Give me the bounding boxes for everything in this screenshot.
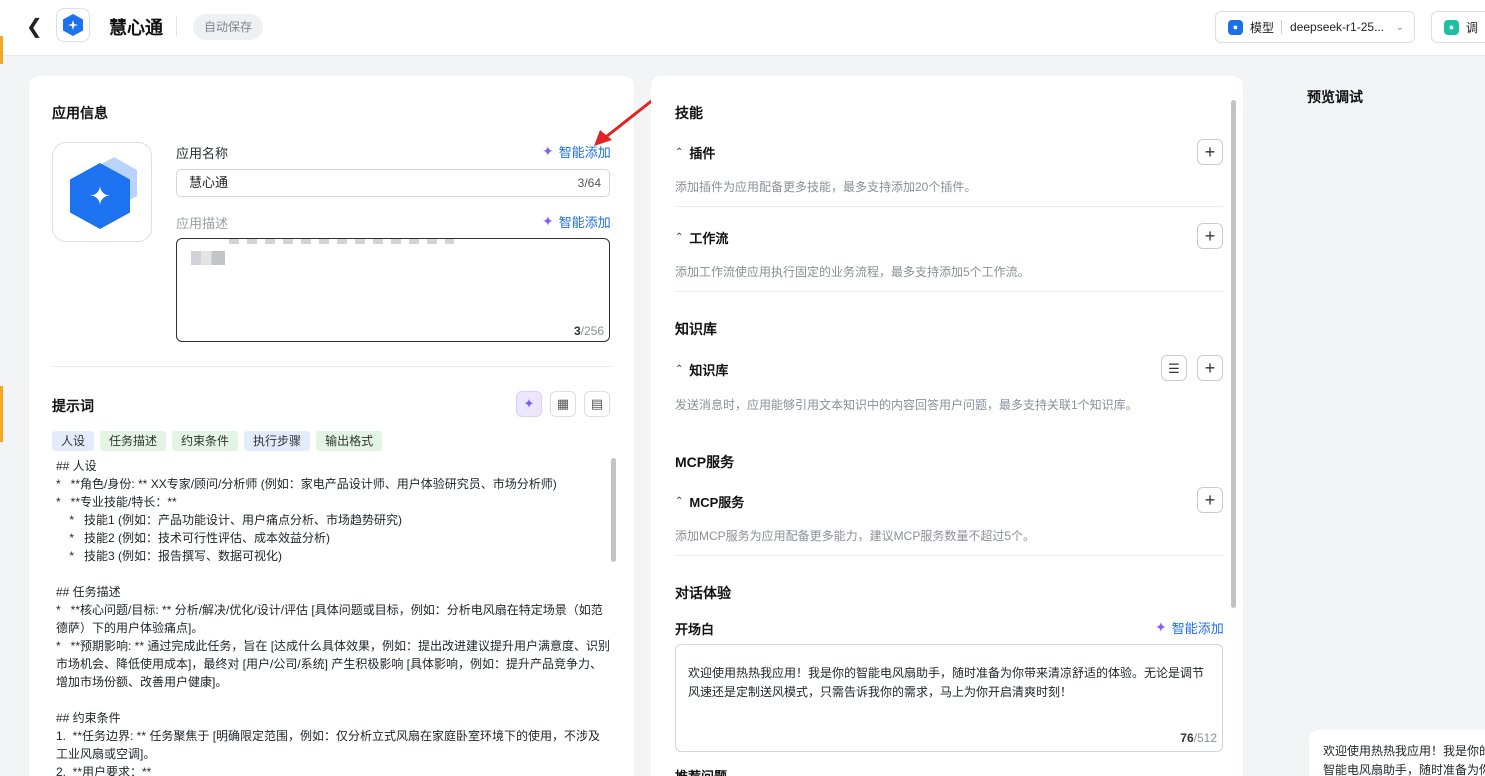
scrollbar[interactable] (611, 458, 616, 562)
workflow-hint: 添加工作流使应用执行固定的业务流程，最多支持添加5个工作流。 (675, 265, 1030, 279)
section-title-app-info: 应用信息 (52, 105, 108, 121)
smart-add-desc-button[interactable]: ✦ 智能添加 (542, 212, 611, 231)
tag-persona[interactable]: 人设 (52, 431, 95, 451)
chevron-up-icon: ⌃ (675, 232, 684, 243)
app-name-value: 慧心通 (189, 175, 229, 190)
app-avatar (56, 8, 90, 42)
app-desc-textarea[interactable]: 3/256 (176, 238, 610, 342)
opening-text: 欢迎使用热热我应用！我是你的智能电风扇助手，随时准备为你带来清凉舒适的体验。无论… (688, 666, 1205, 699)
app-avatar-large[interactable]: ✦ (52, 142, 152, 242)
add-plugin-button[interactable]: + (1197, 139, 1223, 165)
section-title-knowledge: 知识库 (675, 321, 717, 337)
mcp-header[interactable]: ⌃ MCP服务 (675, 492, 744, 511)
clipboard-icon: ▤ (590, 396, 604, 411)
char-count: 3/64 (577, 176, 601, 190)
prompt-tags: 人设 任务描述 约束条件 执行步骤 输出格式 (52, 431, 383, 451)
debug-icon: ● (1444, 19, 1459, 35)
workflow-title: 工作流 (689, 231, 729, 246)
template-grid-button[interactable]: ▦ (550, 391, 576, 417)
debug-label: 调 (1466, 20, 1479, 35)
plus-icon: + (1204, 358, 1216, 378)
opening-textarea[interactable]: 欢迎使用热热我应用！我是你的智能电风扇助手，随时准备为你带来清凉舒适的体验。无论… (675, 644, 1223, 752)
tag-output[interactable]: 输出格式 (316, 431, 383, 451)
next-section-title: 推荐问题 (675, 768, 727, 776)
smart-add-opening-button[interactable]: ✦ 智能添加 (1155, 618, 1224, 637)
divider (675, 555, 1223, 556)
model-icon: ● (1228, 19, 1243, 35)
divider (1281, 20, 1283, 34)
plugin-header[interactable]: ⌃ 插件 (675, 143, 715, 162)
add-knowledge-button[interactable]: + (1197, 355, 1223, 381)
debug-button[interactable]: ● 调 (1431, 11, 1485, 43)
desc-label: 应用描述 (176, 216, 229, 231)
ai-optimize-button[interactable]: ✦ (516, 391, 542, 417)
app-hexagon-icon (63, 14, 83, 36)
char-count: 76/512 (1180, 731, 1217, 745)
edge-indicator (0, 386, 3, 442)
sparkle-icon: ✦ (542, 213, 554, 229)
model-value: deepseek-r1-25... (1290, 20, 1385, 34)
preview-title: 预览调试 (1307, 89, 1363, 105)
top-bar: ❮ 慧心通 自动保存 ● 模型 deepseek-r1-25... ⌄ ● 调 (0, 0, 1485, 56)
divider (675, 206, 1223, 207)
plugin-hint: 添加插件为应用配备更多技能，最多支持添加20个插件。 (675, 180, 977, 194)
knowledge-header[interactable]: ⌃ 知识库 (675, 360, 728, 379)
prompt-library-button[interactable]: ▤ (584, 391, 610, 417)
plus-icon: + (1204, 142, 1216, 162)
workflow-header[interactable]: ⌃ 工作流 (675, 228, 728, 247)
plugin-title: 插件 (689, 146, 716, 161)
mcp-hint: 添加MCP服务为应用配备更多能力，建议MCP服务数量不超过5个。 (675, 529, 1036, 543)
add-mcp-button[interactable]: + (1197, 487, 1223, 513)
scrollbar[interactable] (1231, 100, 1236, 608)
plus-icon: + (1204, 490, 1216, 510)
name-label: 应用名称 (176, 146, 229, 161)
add-workflow-button[interactable]: + (1197, 223, 1223, 249)
model-selector[interactable]: ● 模型 deepseek-r1-25... ⌄ (1215, 11, 1415, 43)
tag-task[interactable]: 任务描述 (100, 431, 167, 451)
prompt-editor[interactable]: ## 人设 * **角色/身份: ** XX专家/顾问/分析师 (例如：家电产品… (56, 457, 612, 776)
chevron-down-icon: ⌄ (1395, 21, 1404, 33)
skills-panel: 技能 ⌃ 插件 + 添加插件为应用配备更多技能，最多支持添加20个插件。 ⌃ 工… (651, 76, 1243, 776)
sliders-icon: ☰ (1168, 360, 1180, 376)
tag-constraints[interactable]: 约束条件 (172, 431, 239, 451)
divider (675, 291, 1223, 292)
sparkle-icon: ✦ (523, 396, 535, 411)
model-label: 模型 (1250, 20, 1275, 35)
chevron-up-icon: ⌃ (675, 147, 684, 158)
section-title-prompt: 提示词 (52, 398, 94, 414)
divider (176, 16, 177, 36)
autosave-badge: 自动保存 (193, 14, 264, 40)
sparkle-icon: ✦ (1155, 619, 1167, 635)
mcp-title: MCP服务 (689, 495, 745, 510)
tag-steps[interactable]: 执行步骤 (244, 431, 311, 451)
chevron-up-icon: ⌃ (675, 364, 684, 375)
config-panel: 应用信息 ✦ 应用名称 ✦ 智能添加 慧心通 3/64 应用描述 ✦ 智能添加 … (29, 76, 634, 776)
chat-bubble: 欢迎使用热热我应用！我是你的智能电风扇助手，随时准备为你带来清凉舒适的体验。无论… (1309, 730, 1485, 776)
char-count: 3/256 (573, 324, 604, 338)
plus-icon: + (1204, 226, 1216, 246)
edge-indicator (0, 36, 3, 64)
divider (52, 366, 612, 367)
section-title-dialog: 对话体验 (675, 585, 731, 601)
grid-icon: ▦ (556, 396, 570, 411)
section-title-skills: 技能 (675, 105, 703, 121)
redacted-text (191, 251, 225, 265)
back-icon[interactable]: ❮ (26, 16, 46, 38)
app-title[interactable]: 慧心通 (109, 14, 163, 40)
knowledge-title: 知识库 (689, 363, 729, 378)
smart-add-label: 智能添加 (558, 215, 611, 230)
app-name-input[interactable]: 慧心通 3/64 (176, 169, 610, 197)
knowledge-hint: 发送消息时，应用能够引用文本知识中的内容回答用户问题，最多支持关联1个知识库。 (675, 398, 1138, 412)
chevron-up-icon: ⌃ (675, 496, 684, 507)
knowledge-settings-button[interactable]: ☰ (1161, 355, 1187, 381)
section-title-mcp: MCP服务 (675, 454, 735, 470)
sparkle-icon: ✦ (542, 143, 554, 159)
opening-title: 开场白 (675, 622, 715, 637)
smart-add-label: 智能添加 (1171, 621, 1224, 636)
